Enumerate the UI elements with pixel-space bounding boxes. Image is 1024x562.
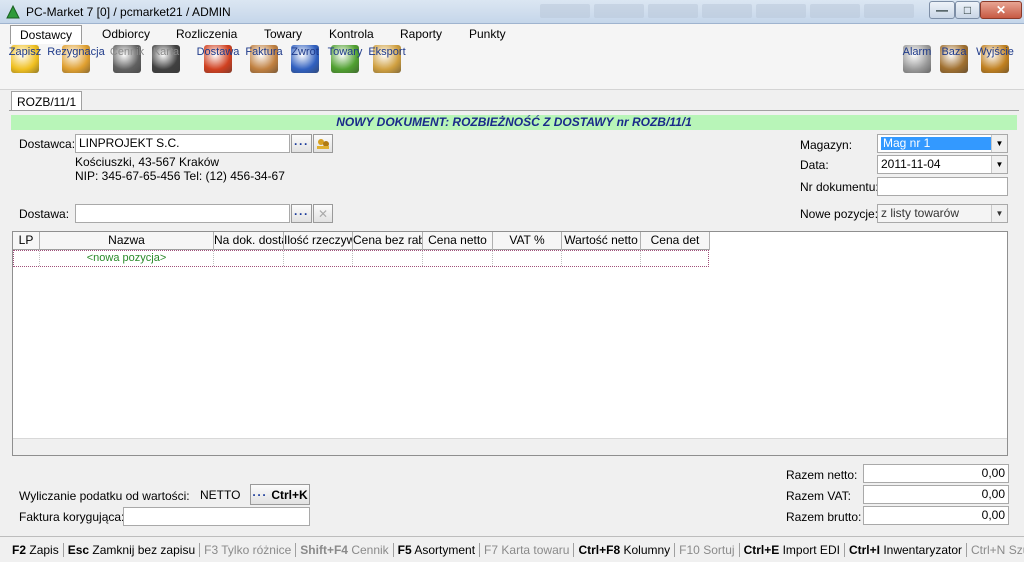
docnum-field[interactable] bbox=[877, 177, 1008, 196]
col-lp[interactable]: LP bbox=[13, 232, 40, 250]
date-picker[interactable]: 2011-11-04 ▼ bbox=[877, 155, 1008, 174]
supplier-card-button[interactable] bbox=[313, 134, 333, 153]
close-icon: ✕ bbox=[995, 3, 1007, 17]
menu-towary[interactable]: Towary bbox=[264, 27, 302, 41]
exit-toolbar-button[interactable]: Wyjście bbox=[975, 44, 1015, 90]
date-label: Data: bbox=[800, 158, 829, 172]
col-nazwa[interactable]: Nazwa bbox=[40, 232, 214, 250]
supplier-field[interactable]: LINPROJEKT S.C. bbox=[75, 134, 290, 153]
net-total-value: 0,00 bbox=[863, 464, 1009, 483]
tab-document[interactable]: ROZB/11/1 bbox=[11, 91, 83, 111]
tax-calc-value: NETTO bbox=[200, 488, 241, 502]
col-cena-det[interactable]: Cena det bbox=[641, 232, 710, 250]
return-toolbar-button[interactable]: Zwrot bbox=[289, 44, 321, 90]
grid-header: LP Nazwa Na dok. dostawy Ilość rzeczywis… bbox=[13, 232, 710, 250]
taskbar-ghost bbox=[540, 4, 914, 18]
shortcut-f10[interactable]: F10 Sortuj bbox=[675, 542, 740, 557]
shortcut-ctrl-e[interactable]: Ctrl+E Import EDI bbox=[740, 542, 845, 557]
delivery-field[interactable] bbox=[75, 204, 290, 223]
price-list-toolbar-button[interactable]: Cennik bbox=[109, 44, 145, 90]
title-bar: PC-Market 7 [0] / pcmarket21 / ADMIN — □… bbox=[0, 0, 1024, 24]
supplier-card-icon bbox=[317, 138, 329, 149]
alarm-toolbar-button[interactable]: Alarm bbox=[900, 44, 934, 90]
window-title: PC-Market 7 [0] / pcmarket21 / ADMIN bbox=[26, 5, 231, 19]
minimize-button[interactable]: — bbox=[929, 1, 955, 19]
document-banner: NOWY DOKUMENT: ROZBIEŻNOŚĆ Z DOSTAWY nr … bbox=[11, 115, 1017, 130]
menu-raporty[interactable]: Raporty bbox=[400, 27, 442, 41]
chevron-down-icon: ▼ bbox=[991, 205, 1007, 222]
supplier-nip: NIP: 345-67-65-456 Tel: (12) 456-34-67 bbox=[75, 169, 285, 183]
vat-total-value: 0,00 bbox=[863, 485, 1009, 504]
grid-summary-row bbox=[13, 438, 1007, 455]
shortcut-f5[interactable]: F5 Asortyment bbox=[394, 542, 481, 557]
tax-calc-label: Wyliczanie podatku od wartości: bbox=[19, 489, 190, 503]
shortcut-f2[interactable]: F2 Zapis bbox=[8, 542, 64, 557]
chevron-down-icon: ▼ bbox=[991, 135, 1007, 152]
supplier-address: Kościuszki, 43-567 Kraków bbox=[75, 155, 220, 169]
maximize-icon: □ bbox=[963, 3, 972, 17]
save-toolbar-button[interactable]: Zapisz bbox=[8, 44, 42, 90]
gross-total-value: 0,00 bbox=[863, 506, 1009, 525]
col-na-dok[interactable]: Na dok. dostawy bbox=[214, 232, 284, 250]
warehouse-label: Magazyn: bbox=[800, 138, 853, 152]
card-toolbar-button[interactable]: Karta bbox=[150, 44, 182, 90]
minimize-icon: — bbox=[936, 3, 948, 17]
chevron-down-icon: ▼ bbox=[991, 156, 1007, 173]
col-vat[interactable]: VAT % bbox=[493, 232, 562, 250]
col-cena-bez-rabatu[interactable]: Cena bez rabatu bbox=[353, 232, 423, 250]
menu-bar: Dostawcy Odbiorcy Rozliczenia Towary Kon… bbox=[0, 24, 1024, 45]
delivery-clear-button[interactable]: ✕ bbox=[313, 204, 333, 223]
new-items-select[interactable]: z listy towarów ▼ bbox=[877, 204, 1008, 223]
close-button[interactable]: ✕ bbox=[980, 1, 1022, 19]
clear-icon: ✕ bbox=[317, 206, 329, 221]
items-grid[interactable]: LP Nazwa Na dok. dostawy Ilość rzeczywis… bbox=[12, 231, 1008, 456]
cancel-toolbar-button[interactable]: Rezygnacja bbox=[47, 44, 105, 90]
shortcut-ctrl-n[interactable]: Ctrl+N Szuk bbox=[967, 543, 1024, 557]
menu-dostawcy[interactable]: Dostawcy bbox=[10, 25, 83, 45]
ellipsis-icon: ··· bbox=[252, 487, 268, 502]
gross-total-label: Razem brutto: bbox=[786, 510, 862, 524]
supplier-label: Dostawca: bbox=[19, 137, 76, 151]
table-row[interactable]: <nowa pozycja> bbox=[13, 250, 709, 267]
new-items-label: Nowe pozycje: bbox=[800, 207, 879, 221]
shortcut-shift-f4[interactable]: Shift+F4 Cennik bbox=[296, 542, 394, 557]
database-toolbar-button[interactable]: Baza bbox=[939, 44, 969, 90]
invoice-toolbar-button[interactable]: Faktura bbox=[245, 44, 283, 90]
new-item-cell[interactable]: <nowa pozycja> bbox=[40, 251, 214, 266]
maximize-button[interactable]: □ bbox=[955, 1, 980, 19]
correcting-invoice-field[interactable] bbox=[123, 507, 310, 526]
shortcut-f7[interactable]: F7 Karta towaru bbox=[480, 542, 575, 557]
shortcut-f3[interactable]: F3 Tylko różnice bbox=[200, 542, 297, 557]
correcting-invoice-label: Faktura korygująca: bbox=[19, 510, 125, 524]
export-toolbar-button[interactable]: Eksport bbox=[367, 44, 407, 90]
delivery-toolbar-button[interactable]: Dostawa bbox=[195, 44, 241, 90]
menu-odbiorcy[interactable]: Odbiorcy bbox=[102, 27, 150, 41]
menu-kontrola[interactable]: Kontrola bbox=[329, 27, 374, 41]
shortcut-ctrl-f8[interactable]: Ctrl+F8 Kolumny bbox=[574, 542, 676, 557]
col-ilosc[interactable]: Ilość rzeczywista bbox=[284, 232, 353, 250]
delivery-browse-button[interactable]: ··· bbox=[291, 204, 312, 223]
vat-total-label: Razem VAT: bbox=[786, 489, 851, 503]
shortcut-ctrl-i[interactable]: Ctrl+I Inwentaryzator bbox=[845, 542, 968, 557]
docnum-label: Nr dokumentu: bbox=[800, 180, 879, 194]
tax-calc-button[interactable]: ··· Ctrl+K bbox=[250, 484, 310, 505]
supplier-browse-button[interactable]: ··· bbox=[291, 134, 312, 153]
app-logo-icon bbox=[6, 5, 20, 19]
shortcut-bar: F2 Zapis Esc Zamknij bez zapisu F3 Tylko… bbox=[0, 536, 1024, 562]
col-cena-netto[interactable]: Cena netto bbox=[423, 232, 493, 250]
ellipsis-icon: ··· bbox=[294, 206, 309, 221]
ellipsis-icon: ··· bbox=[294, 136, 309, 151]
menu-rozliczenia[interactable]: Rozliczenia bbox=[176, 27, 237, 41]
delivery-label: Dostawa: bbox=[19, 207, 70, 221]
shortcut-esc[interactable]: Esc Zamknij bez zapisu bbox=[64, 542, 201, 557]
tab-divider bbox=[9, 110, 1019, 111]
toolbar: Zapisz Rezygnacja Cennik Karta Dostawa F… bbox=[0, 44, 1024, 90]
goods-toolbar-button[interactable]: Towary bbox=[326, 44, 364, 90]
col-wartosc-netto[interactable]: Wartość netto bbox=[562, 232, 641, 250]
net-total-label: Razem netto: bbox=[786, 468, 858, 482]
menu-punkty[interactable]: Punkty bbox=[469, 27, 506, 41]
warehouse-select[interactable]: Mag nr 1 ▼ bbox=[877, 134, 1008, 153]
